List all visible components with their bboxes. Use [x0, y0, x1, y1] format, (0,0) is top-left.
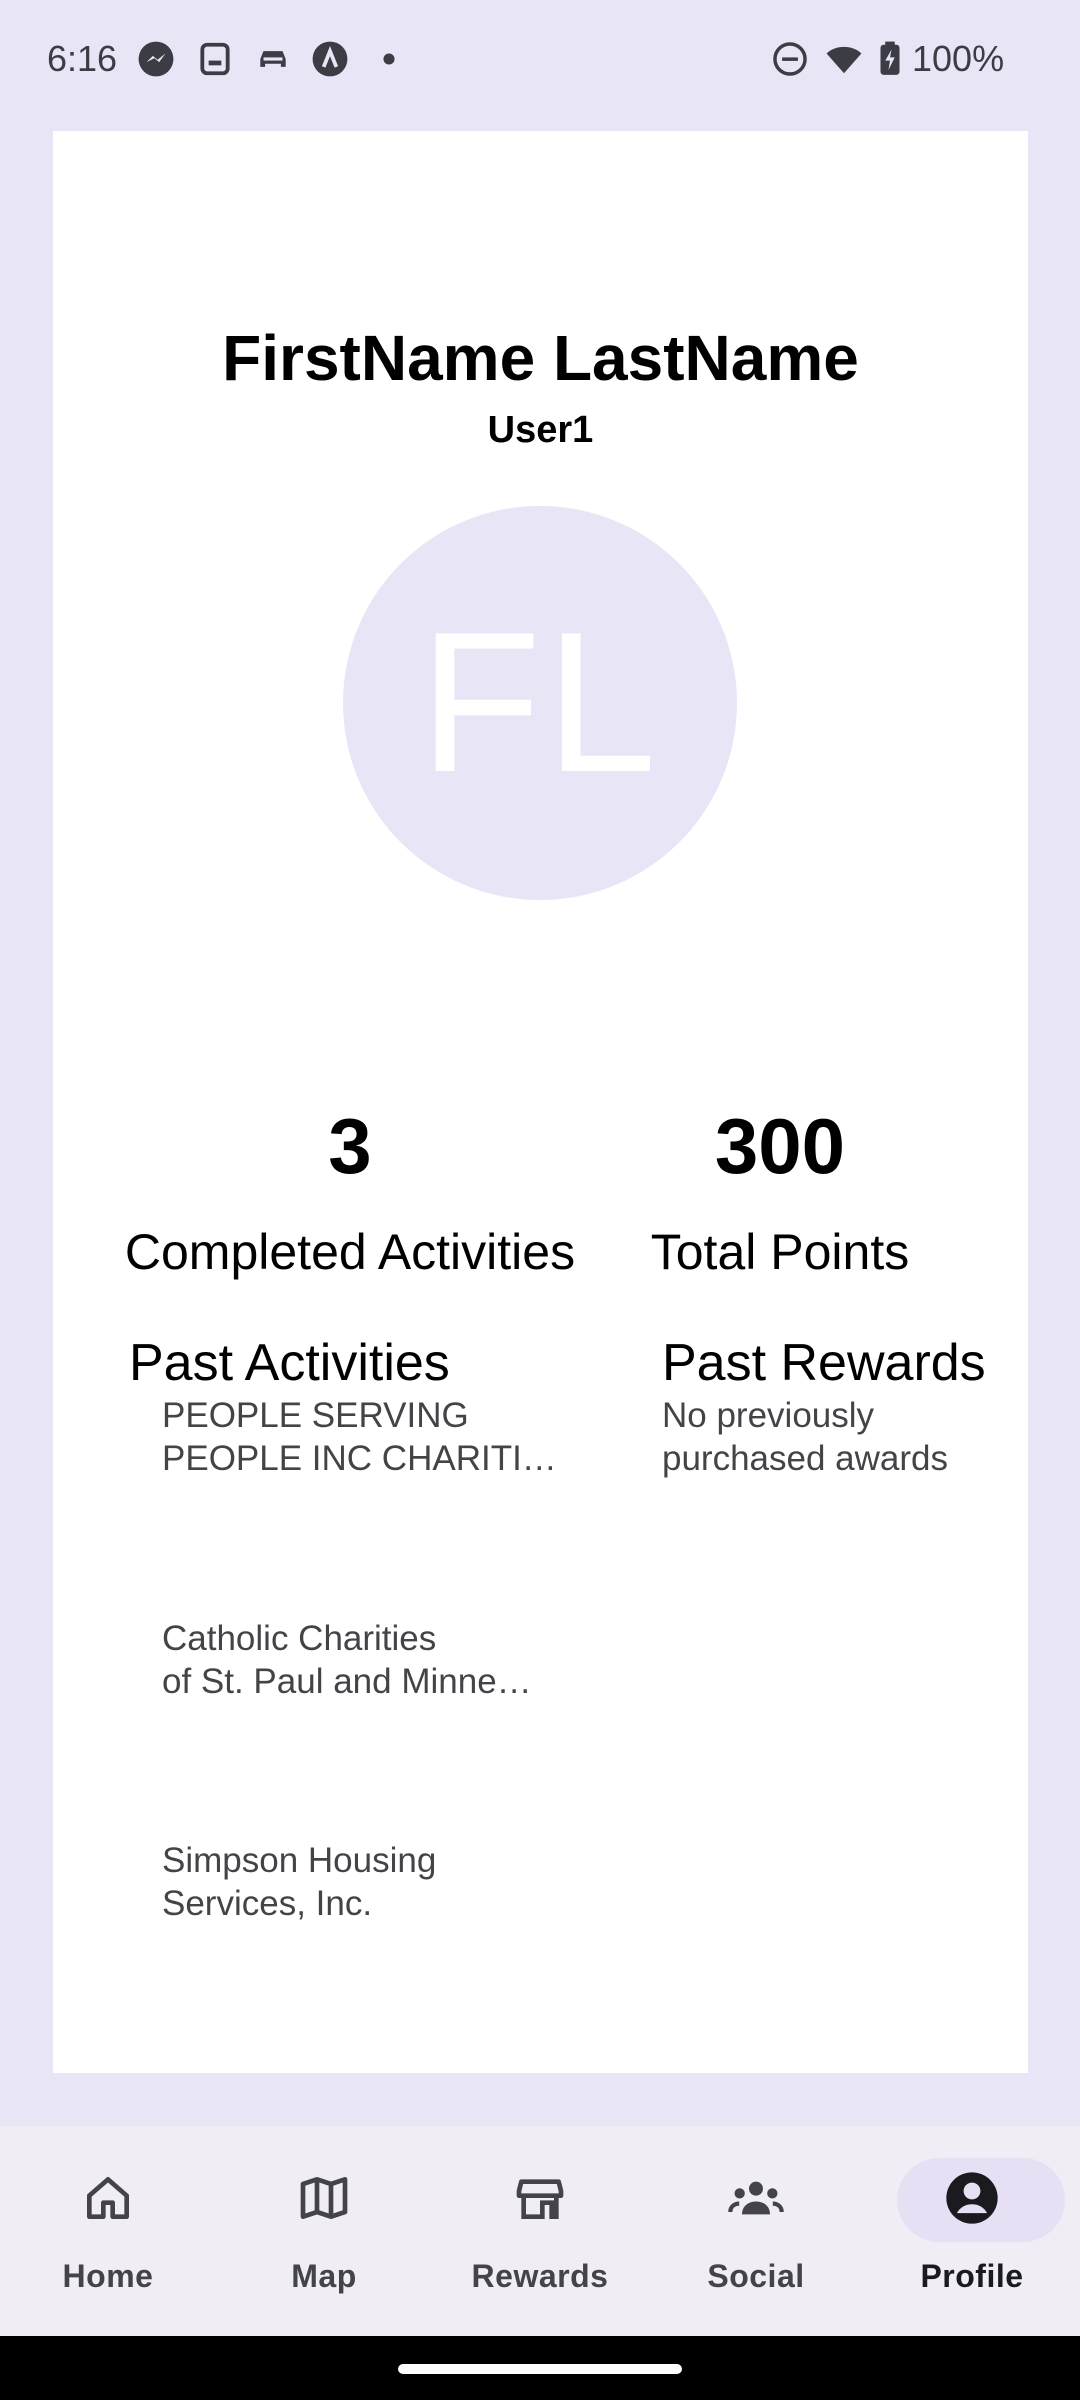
profile-username: User1 [487, 409, 594, 451]
past-activity-item-3[interactable]: Simpson Housing Services, Inc. [162, 1839, 552, 1925]
past-activity-item-3-line2: Services, Inc. [162, 1884, 373, 1923]
past-activities-heading: Past Activities [129, 1334, 450, 1392]
group-icon [728, 2181, 784, 2215]
nav-label-map: Map [291, 2258, 357, 2294]
past-activity-item-2-line1: Catholic Charities [162, 1619, 437, 1658]
avatar-initials: FL [419, 591, 661, 814]
past-rewards-empty-line2: purchased awards [662, 1439, 948, 1478]
nav-item-map[interactable]: Map [216, 2126, 432, 2336]
past-activity-item-1-line1: PEOPLE SERVING [162, 1396, 469, 1435]
dot-icon [383, 53, 395, 65]
avatar: FL [343, 506, 737, 900]
nav-item-profile[interactable]: Profile [864, 2126, 1080, 2336]
home-icon [87, 2177, 129, 2219]
nav-item-social[interactable]: Social [648, 2126, 864, 2336]
status-bar: 6:16 100% [0, 0, 1080, 120]
store-icon [516, 2179, 564, 2219]
car-icon [260, 51, 286, 67]
past-activity-item-1-line2: PEOPLE INC CHARITI… [162, 1439, 552, 1478]
total-points-value: 300 [714, 1102, 846, 1190]
status-time: 6:16 [47, 38, 118, 79]
past-rewards-empty-message: No previously purchased awards [662, 1394, 992, 1480]
nav-item-rewards[interactable]: Rewards [432, 2126, 648, 2336]
messenger-icon [138, 41, 174, 77]
home-gesture-handle[interactable] [398, 2364, 682, 2374]
map-icon [300, 2177, 348, 2219]
app-icon [312, 41, 348, 77]
completed-activities-label: Completed Activities [124, 1224, 576, 1280]
battery-charging-icon [880, 41, 900, 75]
account-circle-icon [946, 2172, 998, 2224]
nav-item-home[interactable]: Home [0, 2126, 216, 2336]
do-not-disturb-icon [773, 42, 807, 76]
nav-label-home: Home [62, 2258, 154, 2294]
battery-percentage: 100% [912, 38, 1005, 79]
gesture-bar [0, 2336, 1080, 2400]
completed-activities-count: 3 [328, 1102, 372, 1190]
wifi-icon [826, 46, 862, 74]
nav-label-rewards: Rewards [471, 2258, 609, 2294]
past-activity-item-3-line1: Simpson Housing [162, 1841, 437, 1880]
nav-label-social: Social [707, 2258, 805, 2294]
past-rewards-empty-line1: No previously [662, 1396, 875, 1435]
profile-card: FirstName LastName User1 FL 3 Completed … [53, 131, 1028, 2073]
nav-label-profile: Profile [920, 2258, 1024, 2294]
tablet-icon [200, 42, 230, 76]
total-points-label: Total Points [650, 1224, 910, 1280]
past-activity-item-1[interactable]: PEOPLE SERVING PEOPLE INC CHARITI… [162, 1394, 552, 1480]
past-activity-item-2-line2: of St. Paul and Minne… [162, 1662, 532, 1701]
bottom-navigation: Home Map Rewards Social Profile [0, 2126, 1080, 2336]
past-activity-item-2[interactable]: Catholic Charities of St. Paul and Minne… [162, 1617, 552, 1703]
profile-full-name: FirstName LastName [222, 322, 859, 394]
past-rewards-heading: Past Rewards [662, 1334, 986, 1392]
